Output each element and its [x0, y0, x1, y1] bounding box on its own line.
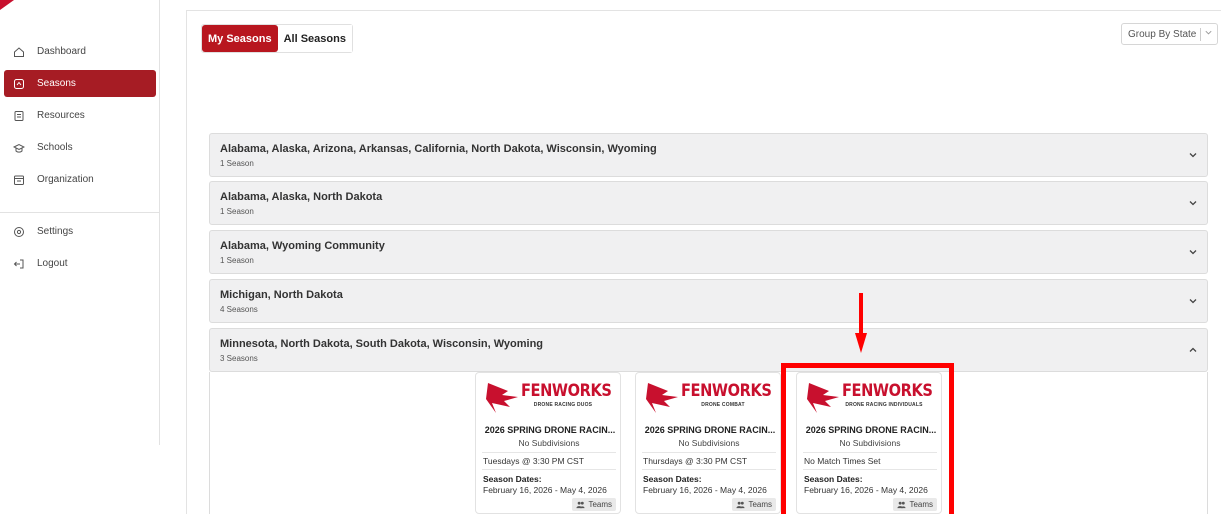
brand-subtitle: DRONE RACING DUOS: [533, 402, 593, 408]
teams-button[interactable]: Teams: [572, 498, 616, 511]
season-title: 2026 SPRING DRONE RACIN...: [484, 425, 616, 435]
sidebar-item-label: Schools: [37, 142, 73, 153]
tab-my-seasons[interactable]: My Seasons: [202, 25, 278, 52]
building-icon: [12, 173, 25, 186]
group-title: Minnesota, North Dakota, South Dakota, W…: [220, 338, 544, 350]
brand-name: FENWORKS: [681, 381, 772, 401]
match-time: Thursdays @ 3:30 PM CST: [643, 456, 748, 466]
sidebar-item-seasons[interactable]: Seasons: [4, 70, 156, 97]
sidebar-item-label: Settings: [37, 226, 74, 237]
season-dates: February 16, 2026 - May 4, 2026: [643, 485, 767, 495]
teams-label: Teams: [748, 500, 772, 509]
chevron-down-icon[interactable]: [1188, 198, 1198, 208]
brand-subtitle: DRONE RACING INDIVIDUALS: [845, 402, 923, 408]
state-group[interactable]: Alabama, Alaska, North Dakota 1 Season: [209, 181, 1208, 225]
match-time: Tuesdays @ 3:30 PM CST: [483, 456, 584, 466]
sidebar-item-logout[interactable]: Logout: [4, 250, 156, 277]
select-separator: [1200, 28, 1201, 41]
sidebar-item-schools[interactable]: Schools: [4, 134, 156, 161]
state-group-expanded[interactable]: Minnesota, North Dakota, South Dakota, W…: [209, 328, 1208, 372]
gear-icon: [12, 225, 25, 238]
season-card[interactable]: FENWORKS DRONE RACING INDIVIDUALS 2026 S…: [796, 372, 942, 514]
logo: [0, 0, 14, 10]
logout-icon: [12, 257, 25, 270]
sidebar-item-label: Resources: [37, 110, 85, 121]
match-time: No Match Times Set: [804, 456, 881, 466]
state-group[interactable]: Michigan, North Dakota 4 Seasons: [209, 279, 1208, 323]
group-count: 4 Seasons: [220, 305, 258, 314]
chevron-up-icon[interactable]: [1188, 345, 1198, 355]
sidebar-item-organization[interactable]: Organization: [4, 166, 156, 193]
tab-all-seasons[interactable]: All Seasons: [277, 25, 352, 52]
season-card[interactable]: FENWORKS DRONE COMBAT 2026 SPRING DRONE …: [635, 372, 781, 514]
season-dates-label: Season Dates:: [804, 474, 863, 484]
chevron-down-icon[interactable]: [1188, 150, 1198, 160]
brand-subtitle: DRONE COMBAT: [701, 402, 745, 408]
divider: [482, 469, 616, 470]
chevron-down-icon: [1205, 30, 1212, 35]
season-dates: February 16, 2026 - May 4, 2026: [483, 485, 607, 495]
chevron-down-icon[interactable]: [1188, 247, 1198, 257]
teams-label: Teams: [588, 500, 612, 509]
group-count: 3 Seasons: [220, 354, 258, 363]
divider: [642, 452, 776, 453]
season-card[interactable]: FENWORKS DRONE RACING DUOS 2026 SPRING D…: [475, 372, 621, 514]
sidebar-divider: [0, 212, 160, 213]
teams-button[interactable]: Teams: [893, 498, 937, 511]
group-count: 1 Season: [220, 159, 254, 168]
teams-label: Teams: [909, 500, 933, 509]
sidebar-item-label: Seasons: [37, 78, 76, 89]
state-group[interactable]: Alabama, Wyoming Community 1 Season: [209, 230, 1208, 274]
season-subdivisions: No Subdivisions: [518, 438, 580, 448]
state-group[interactable]: Alabama, Alaska, Arizona, Arkansas, Cali…: [209, 133, 1208, 177]
sidebar-item-label: Organization: [37, 174, 94, 185]
sidebar-item-resources[interactable]: Resources: [4, 102, 156, 129]
home-icon: [12, 45, 25, 58]
group-by-value: Group By State: [1128, 28, 1197, 40]
teams-icon: [736, 501, 745, 509]
document-icon: [12, 109, 25, 122]
group-by-select[interactable]: Group By State: [1121, 23, 1218, 45]
annotation-arrow-icon: [855, 293, 867, 353]
group-count: 1 Season: [220, 207, 254, 216]
season-title: 2026 SPRING DRONE RACIN...: [644, 425, 776, 435]
teams-icon: [576, 501, 585, 509]
sidebar-item-label: Logout: [37, 258, 68, 269]
divider: [482, 452, 616, 453]
teams-icon: [897, 501, 906, 509]
divider: [642, 469, 776, 470]
season-dates: February 16, 2026 - May 4, 2026: [804, 485, 928, 495]
group-title: Alabama, Alaska, Arizona, Arkansas, Cali…: [220, 143, 657, 155]
sidebar: Dashboard Seasons Resources Schools Orga…: [0, 0, 160, 445]
sidebar-item-settings[interactable]: Settings: [4, 218, 156, 245]
group-count: 1 Season: [220, 256, 254, 265]
season-title: 2026 SPRING DRONE RACIN...: [805, 425, 937, 435]
season-tabs: My Seasons All Seasons: [201, 24, 353, 53]
sidebar-item-dashboard[interactable]: Dashboard: [4, 38, 156, 65]
season-dates-label: Season Dates:: [643, 474, 702, 484]
divider: [803, 469, 937, 470]
school-icon: [12, 141, 25, 154]
group-title: Michigan, North Dakota: [220, 289, 343, 301]
group-title: Alabama, Alaska, North Dakota: [220, 191, 383, 203]
group-title: Alabama, Wyoming Community: [220, 240, 385, 252]
season-subdivisions: No Subdivisions: [839, 438, 901, 448]
chevron-down-icon[interactable]: [1188, 296, 1198, 306]
brand-name: FENWORKS: [521, 381, 612, 401]
season-subdivisions: No Subdivisions: [678, 438, 740, 448]
sidebar-item-label: Dashboard: [37, 46, 86, 57]
divider: [803, 452, 937, 453]
brand-name: FENWORKS: [842, 381, 933, 401]
teams-button[interactable]: Teams: [732, 498, 776, 511]
calendar-icon: [12, 77, 25, 90]
season-dates-label: Season Dates:: [483, 474, 542, 484]
